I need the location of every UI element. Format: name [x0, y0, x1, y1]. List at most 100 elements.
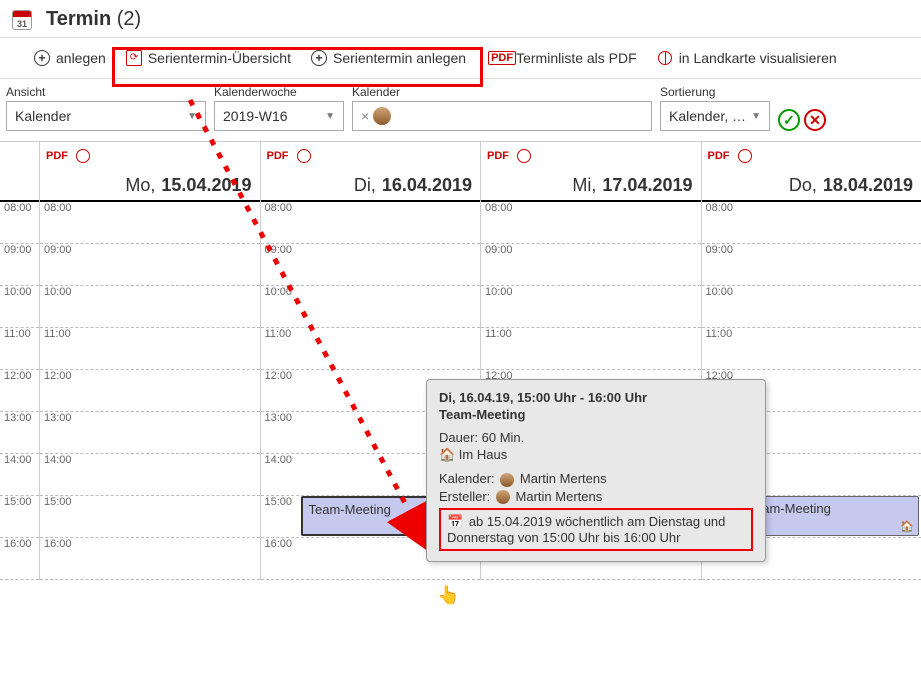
- toolbar-serien-uebersicht[interactable]: Serientermin-Übersicht: [116, 44, 301, 72]
- day-header: Di, 16.04.2019: [261, 166, 481, 202]
- kw-label: Kalenderwoche: [214, 85, 344, 99]
- chevron-down-icon: ▼: [751, 111, 761, 122]
- toolbar-pdf[interactable]: PDF Terminliste als PDF: [484, 44, 647, 72]
- avatar-icon: [496, 490, 510, 504]
- hour-cell-label: 14:00: [265, 454, 293, 466]
- day-of-week: Mi,: [572, 175, 596, 196]
- sort-label: Sortierung: [660, 85, 770, 99]
- kalender-label: Kalender: [352, 85, 652, 99]
- hour-cell-label: 10:00: [485, 286, 513, 298]
- hour-cell-label: 09:00: [706, 244, 734, 256]
- day-header: Do, 18.04.2019: [702, 166, 921, 202]
- toolbar-anlegen[interactable]: + anlegen: [24, 44, 116, 72]
- ansicht-select[interactable]: Kalender ▼: [6, 101, 206, 131]
- hour-cell-label: 10:00: [265, 286, 293, 298]
- globe-mini-icon[interactable]: [517, 149, 531, 163]
- sort-select[interactable]: Kalender, … ▼: [660, 101, 770, 131]
- plus-circle-icon: +: [311, 50, 327, 66]
- hour-label: 14:00: [4, 454, 32, 466]
- pdf-mini-icon[interactable]: PDF: [487, 150, 509, 162]
- globe-mini-icon[interactable]: [76, 149, 90, 163]
- cursor-pointer-icon: 👆: [437, 585, 459, 606]
- filter-bar: Ansicht Kalender ▼ Kalenderwoche 2019-W1…: [0, 79, 921, 141]
- hour-cell-label: 09:00: [44, 244, 72, 256]
- apply-button[interactable]: ✓: [778, 109, 800, 131]
- hour-label: 12:00: [4, 370, 32, 382]
- hour-cell-label: 11:00: [265, 328, 292, 340]
- day-header: Mo, 15.04.2019: [40, 166, 260, 202]
- day-date: 17.04.2019: [602, 175, 692, 196]
- hour-label: 10:00: [4, 286, 32, 298]
- hour-label: 11:00: [4, 328, 31, 340]
- day-date: 15.04.2019: [161, 175, 251, 196]
- event-tooltip: Di, 16.04.19, 15:00 Uhr - 16:00 Uhr Team…: [426, 379, 766, 562]
- hour-cell-label: 12:00: [265, 370, 293, 382]
- day-of-week: Do,: [789, 175, 817, 196]
- globe-mini-icon[interactable]: [738, 149, 752, 163]
- pdf-mini-icon[interactable]: PDF: [708, 150, 730, 162]
- toolbar-landkarte-label: in Landkarte visualisieren: [679, 50, 837, 66]
- hour-cell-label: 13:00: [44, 412, 72, 424]
- page-title-count: (2): [117, 8, 141, 30]
- globe-mini-icon[interactable]: [297, 149, 311, 163]
- kw-select[interactable]: 2019-W16 ▼: [214, 101, 344, 131]
- hour-cell-label: 15:00: [265, 496, 293, 508]
- hour-cell-label: 16:00: [44, 538, 72, 550]
- day-icons: PDF: [481, 142, 701, 166]
- tooltip-recurrence-box: 📅 ab 15.04.2019 wöchentlich am Dienstag …: [439, 508, 753, 551]
- tooltip-ersteller: Ersteller: Martin Mertens: [439, 489, 753, 505]
- hour-label: 09:00: [4, 244, 32, 256]
- hour-cell-label: 16:00: [265, 538, 293, 550]
- chevron-down-icon: ▼: [325, 111, 335, 122]
- plus-circle-icon: +: [34, 50, 50, 66]
- day-icons: PDF: [261, 142, 481, 166]
- hour-cell-label: 10:00: [44, 286, 72, 298]
- ansicht-value: Kalender: [15, 108, 71, 124]
- cancel-button[interactable]: ✕: [804, 109, 826, 131]
- pdf-mini-icon[interactable]: PDF: [46, 150, 68, 162]
- event-team-meeting[interactable]: Team-Meeting 🏠: [742, 496, 920, 536]
- hour-cell-label: 08:00: [265, 202, 293, 214]
- calendar-icon: [12, 10, 32, 30]
- page-title-bold: Termin: [46, 8, 111, 30]
- ansicht-label: Ansicht: [6, 85, 206, 99]
- hour-label: 16:00: [4, 538, 32, 550]
- hour-label: 13:00: [4, 412, 32, 424]
- tooltip-title: Team-Meeting: [439, 407, 753, 422]
- event-title: Team-Meeting: [309, 502, 391, 517]
- toolbar-serien-anlegen-label: Serientermin anlegen: [333, 50, 466, 66]
- tooltip-location: 🏠 Im Haus: [439, 447, 753, 463]
- hour-cell-label: 11:00: [44, 328, 71, 340]
- toolbar: + anlegen Serientermin-Übersicht + Serie…: [0, 37, 921, 79]
- tooltip-ersteller-label: Ersteller:: [439, 489, 490, 504]
- hour-cell-label: 13:00: [265, 412, 293, 424]
- hour-cell-label: 14:00: [44, 454, 72, 466]
- tooltip-kalender: Kalender: Martin Mertens: [439, 471, 753, 487]
- hour-cell-label: 09:00: [485, 244, 513, 256]
- toolbar-pdf-label: Terminliste als PDF: [516, 50, 637, 66]
- day-header: Mi, 17.04.2019: [481, 166, 701, 202]
- day-column-monday: PDF Mo, 15.04.2019 08:00 09:00 10:00 11:…: [40, 142, 261, 580]
- toolbar-serien-anlegen[interactable]: + Serientermin anlegen: [301, 44, 476, 72]
- kalender-remove[interactable]: ×: [361, 108, 369, 124]
- avatar-icon: [373, 107, 391, 125]
- day-of-week: Di,: [354, 175, 376, 196]
- hour-cell-label: 10:00: [706, 286, 734, 298]
- hour-cell-label: 12:00: [44, 370, 72, 382]
- toolbar-landkarte[interactable]: in Landkarte visualisieren: [647, 44, 847, 72]
- time-column: 08:00 09:00 10:00 11:00 12:00 13:00 14:0…: [0, 142, 40, 580]
- hour-label: 15:00: [4, 496, 32, 508]
- pdf-icon: PDF: [494, 50, 510, 66]
- hour-cell-label: 08:00: [44, 202, 72, 214]
- pdf-mini-icon[interactable]: PDF: [267, 150, 289, 162]
- tooltip-recurrence-text: ab 15.04.2019 wöchentlich am Dienstag un…: [447, 514, 725, 545]
- tooltip-datetime: Di, 16.04.19, 15:00 Uhr - 16:00 Uhr: [439, 390, 753, 405]
- hour-cell-label: 11:00: [485, 328, 512, 340]
- toolbar-serien-uebersicht-label: Serientermin-Übersicht: [148, 50, 291, 66]
- kalender-select[interactable]: ×: [352, 101, 652, 131]
- hour-cell-label: 09:00: [265, 244, 293, 256]
- hour-cell-label: 08:00: [706, 202, 734, 214]
- tooltip-kalender-label: Kalender:: [439, 471, 495, 486]
- sort-value: Kalender, …: [669, 108, 746, 124]
- avatar-icon: [500, 473, 514, 487]
